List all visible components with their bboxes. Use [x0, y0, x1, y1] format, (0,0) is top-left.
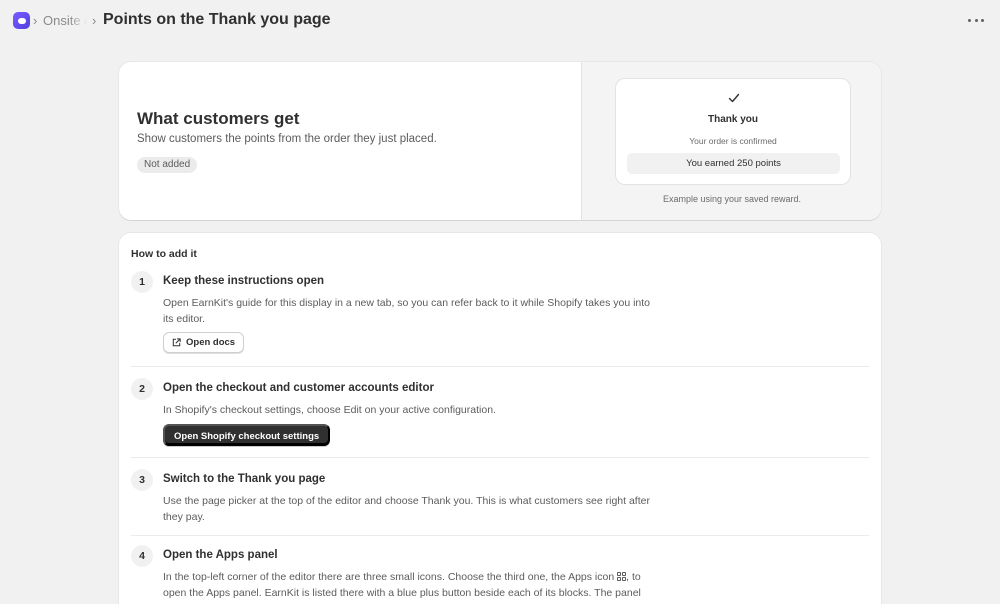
- preview-points-line: You earned 250 points: [627, 153, 840, 174]
- summary-title: What customers get: [137, 109, 300, 128]
- instructions-heading: How to add it: [131, 248, 197, 260]
- status-badge: Not added: [137, 157, 198, 173]
- preview-caption: Example using your saved reward.: [662, 194, 802, 204]
- more-actions-icon[interactable]: [968, 12, 984, 28]
- preview-panel: Thank you Your order is confirmed You ea…: [581, 62, 881, 220]
- external-link-icon: [172, 338, 181, 347]
- step-number: 1: [131, 271, 153, 293]
- app-logo-icon[interactable]: [13, 12, 30, 29]
- step-description-part: In the top-left corner of the editor the…: [163, 571, 615, 583]
- step-title: Switch to the Thank you page: [163, 473, 326, 485]
- step-title: Open the Apps panel: [163, 549, 278, 561]
- step-title: Open the checkout and customer accounts …: [163, 382, 434, 394]
- step-description: In the top-left corner of the editor the…: [163, 569, 663, 601]
- summary-description: Show customers the points from the order…: [137, 133, 437, 145]
- open-shopify-checkout-settings-button[interactable]: Open Shopify checkout settings: [163, 424, 331, 446]
- breadcrumb-onsite[interactable]: Onsite d: [43, 13, 87, 28]
- step-number: 3: [131, 469, 153, 491]
- step-number: 4: [131, 545, 153, 567]
- step-description: Open EarnKit's guide for this display in…: [163, 297, 651, 325]
- thank-you-preview: Thank you Your order is confirmed You ea…: [615, 78, 851, 185]
- step-divider: [131, 457, 869, 458]
- instructions-card: How to add it 1 Keep these instructions …: [119, 233, 881, 604]
- chevron-right-icon: ›: [33, 13, 38, 28]
- open-docs-button[interactable]: Open docs: [163, 332, 245, 353]
- checkmark-icon: [728, 93, 740, 103]
- apps-icon: [617, 572, 626, 581]
- step-title: Keep these instructions open: [163, 275, 325, 287]
- top-bar: › Onsite d › Points on the Thank you pag…: [0, 0, 1000, 42]
- step-description: Use the page picker at the top of the ed…: [163, 495, 650, 523]
- preview-subtitle: Your order is confirmed: [689, 136, 777, 146]
- step-number: 2: [131, 378, 153, 400]
- open-docs-label: Open docs: [186, 337, 236, 348]
- step-description: In Shopify's checkout settings, choose E…: [163, 404, 496, 416]
- chevron-right-icon: ›: [92, 13, 97, 28]
- preview-title: Thank you: [707, 114, 758, 125]
- step-divider: [131, 366, 869, 367]
- summary-card: What customers get Show customers the po…: [119, 62, 881, 220]
- step-divider: [131, 535, 869, 536]
- page-title: Points on the Thank you page: [103, 11, 331, 28]
- summary-section: What customers get Show customers the po…: [119, 62, 581, 220]
